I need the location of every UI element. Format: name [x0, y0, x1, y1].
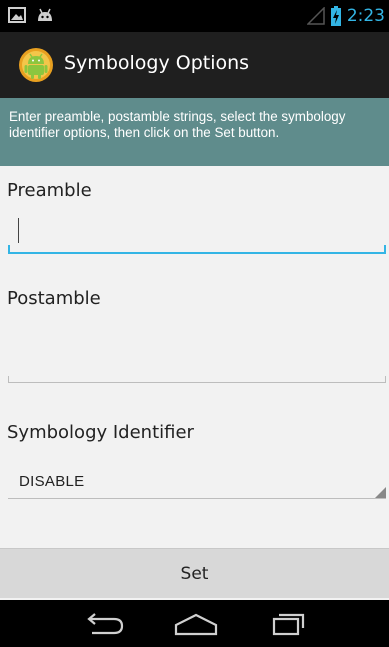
postamble-label: Postamble: [7, 288, 101, 309]
back-icon[interactable]: [76, 610, 132, 638]
preamble-label: Preamble: [7, 180, 92, 201]
postamble-input[interactable]: [8, 334, 386, 383]
screen: 2:23 Symbology Options Enter preamble, p…: [0, 0, 389, 647]
battery-charging-icon: [330, 6, 341, 26]
preamble-input[interactable]: [8, 208, 386, 254]
symbology-identifier-spinner[interactable]: DISABLE: [8, 466, 386, 499]
recent-apps-icon[interactable]: [260, 610, 316, 638]
instructions-banner: Enter preamble, postamble strings, selec…: [0, 98, 389, 166]
status-time: 2:23: [346, 6, 385, 26]
symbology-identifier-label: Symbology Identifier: [7, 422, 194, 443]
status-bar: 2:23: [0, 0, 389, 32]
home-icon[interactable]: [168, 610, 224, 638]
android-debug-icon: [38, 8, 52, 21]
picture-icon: [8, 7, 26, 23]
spinner-arrow-icon: [375, 487, 386, 498]
status-bar-notifications: [8, 7, 55, 23]
set-button[interactable]: Set: [0, 548, 389, 598]
android-robot-icon: [19, 48, 53, 82]
status-bar-system: 2:23: [306, 5, 385, 27]
text-caret: [18, 218, 19, 243]
navigation-bar: [0, 600, 389, 647]
symbology-identifier-value: DISABLE: [19, 473, 85, 490]
app-title: Symbology Options: [64, 52, 250, 74]
signal-icon: [306, 7, 325, 25]
action-bar: Symbology Options: [0, 32, 389, 98]
